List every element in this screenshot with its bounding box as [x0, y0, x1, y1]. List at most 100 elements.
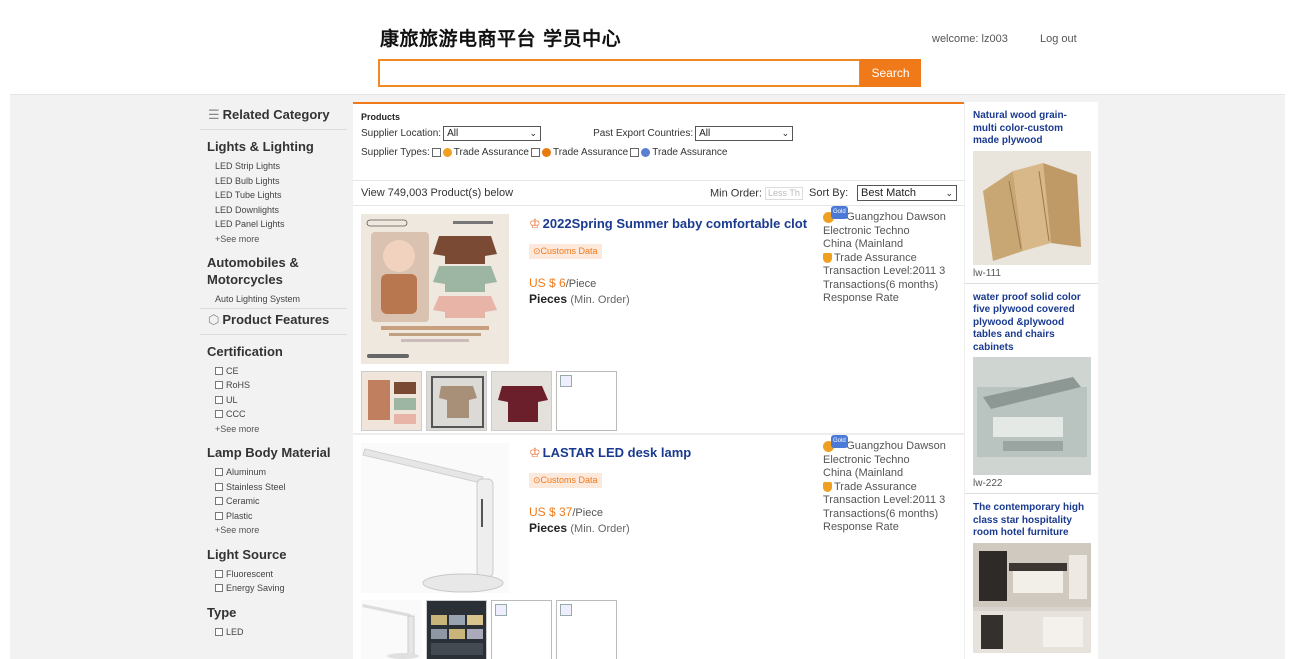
filter-panel: Products Supplier Location: All ⌄ Past Ex…: [353, 104, 964, 181]
filter-checkbox[interactable]: Stainless Steel: [200, 480, 347, 495]
featured-product-title[interactable]: Natural wood grain-multi color-custom ma…: [973, 110, 1090, 148]
product-price: US $ 37/Piece: [529, 505, 603, 519]
sidebar-group-title[interactable]: Lights & Lighting: [200, 130, 347, 159]
chevron-down-icon: ⌄: [529, 128, 538, 138]
sidebar-item-led-strip[interactable]: LED Strip Lights: [200, 159, 347, 174]
checkbox[interactable]: [215, 627, 223, 636]
checkbox[interactable]: [215, 410, 223, 419]
checkbox[interactable]: [630, 148, 640, 157]
supplier-location-select[interactable]: All ⌄: [443, 126, 542, 141]
featured-product-image[interactable]: [973, 542, 1091, 653]
plywood-image: [973, 150, 1091, 265]
featured-product-title[interactable]: The contemporary high class star hospita…: [973, 502, 1090, 540]
result-count: View 749,003 Product(s) below: [361, 187, 514, 199]
featured-product-code: lw-222: [973, 478, 1003, 489]
customs-data-badge[interactable]: ⊙Customs Data: [529, 473, 602, 488]
min-order-input[interactable]: Less Th: [765, 187, 804, 200]
filter-checkbox[interactable]: LED: [200, 625, 347, 640]
filter-checkbox[interactable]: Energy Saving: [200, 581, 347, 596]
filter-label: CE: [226, 365, 239, 376]
broken-image-thumbnail[interactable]: [556, 371, 617, 431]
filter-label: CCC: [226, 409, 246, 419]
product-image[interactable]: [361, 443, 509, 593]
feature-group-title: Certification: [207, 343, 283, 359]
product-card: ♔ LASTAR LED desk lamp ⊙Customs Data US $…: [353, 434, 964, 659]
search-input[interactable]: [378, 59, 861, 87]
price-unit: /Piece: [572, 507, 603, 519]
price-unit: /Piece: [565, 278, 597, 290]
thumbnail-strip: [361, 600, 617, 659]
thumbnail[interactable]: [361, 371, 422, 431]
moq-value: Pieces: [529, 521, 568, 535]
see-more-link[interactable]: +See more: [200, 232, 347, 247]
sidebar-item-auto-lighting[interactable]: Auto Lighting System: [200, 292, 347, 309]
featured-product-title[interactable]: water proof solid color five plywood cov…: [973, 292, 1090, 355]
checkbox[interactable]: [215, 482, 223, 491]
filter-checkbox[interactable]: Plastic: [200, 509, 347, 524]
see-more-link[interactable]: +See more: [200, 523, 347, 538]
thumbnail-image: [362, 372, 421, 430]
broken-image-thumbnail[interactable]: [491, 600, 552, 659]
cube-icon: ⬡: [208, 311, 220, 327]
sort-select[interactable]: Best Match ⌄: [857, 185, 957, 201]
thumbnail[interactable]: [426, 371, 487, 431]
customs-icon: ⊙: [533, 246, 541, 256]
logout-link[interactable]: Log out: [1040, 33, 1077, 45]
filter-checkbox[interactable]: Aluminum: [200, 465, 347, 480]
supplier-info: Gold Guangzhou Dawson Electronic Techno …: [823, 434, 961, 535]
see-more-link[interactable]: +See more: [200, 422, 347, 437]
customs-data-badge[interactable]: ⊙Customs Data: [529, 244, 602, 259]
filter-checkbox[interactable]: CCC: [200, 407, 347, 422]
product-title-link[interactable]: ♔ LASTAR LED desk lamp: [529, 445, 807, 461]
filter-checkbox[interactable]: CE: [200, 364, 347, 379]
broken-image-thumbnail[interactable]: [556, 600, 617, 659]
sidebar-item-led-bulb[interactable]: LED Bulb Lights: [200, 174, 347, 189]
onsite-check-icon: [641, 148, 651, 157]
supplier-type-label: Trade Assurance: [652, 147, 728, 158]
past-export-select[interactable]: All ⌄: [695, 126, 794, 141]
product-features-label: Product Features: [222, 311, 330, 327]
product-title-link[interactable]: ♔ 2022Spring Summer baby comfortable clot: [529, 216, 807, 232]
filter-label: Stainless Steel: [226, 481, 286, 492]
thumbnail[interactable]: [361, 600, 422, 659]
featured-product-code: lw-111: [973, 267, 1001, 279]
product-image[interactable]: [361, 214, 509, 364]
desk-lamp-image: [361, 443, 509, 593]
checkbox[interactable]: [215, 497, 223, 506]
checkbox[interactable]: [215, 381, 223, 390]
filter-checkbox[interactable]: RoHS: [200, 378, 347, 393]
search-button[interactable]: Search: [860, 59, 921, 87]
filter-checkbox[interactable]: Ceramic: [200, 494, 347, 509]
featured-product-image[interactable]: [973, 150, 1091, 265]
filter-label: LED: [226, 626, 244, 637]
sidebar-item-led-panel[interactable]: LED Panel Lights: [200, 217, 347, 232]
customs-label: Customs Data: [540, 246, 598, 256]
products-heading: Products: [361, 112, 401, 122]
trade-assurance-label: Trade Assurance: [834, 251, 917, 264]
thumbnail-image: [427, 601, 486, 659]
thumbnail[interactable]: [491, 371, 552, 431]
checkbox[interactable]: [215, 569, 223, 578]
feature-group-title: Type: [207, 604, 237, 620]
filter-checkbox[interactable]: Fluorescent: [200, 567, 347, 582]
filter-checkbox[interactable]: UL: [200, 393, 347, 408]
supplier-info: Gold Guangzhou Dawson Electronic Techno …: [823, 205, 961, 306]
transaction-level: Transaction Level:2011 3: [823, 494, 946, 506]
checkbox[interactable]: [215, 468, 223, 477]
checkbox[interactable]: [215, 584, 223, 593]
checkbox[interactable]: [530, 148, 540, 157]
checkbox[interactable]: [215, 366, 223, 375]
thumbnail[interactable]: [426, 600, 487, 659]
checkbox[interactable]: [431, 148, 441, 157]
supplier-country: China (Mainland: [823, 467, 904, 479]
sidebar-group-title[interactable]: Automobiles & Motorcycles: [200, 246, 347, 292]
checkbox[interactable]: [215, 511, 223, 520]
checkbox[interactable]: [215, 395, 223, 404]
product-price: US $ 6/Piece: [529, 276, 596, 290]
sidebar-item-led-downlights[interactable]: LED Downlights: [200, 203, 347, 218]
featured-product-image[interactable]: [973, 357, 1091, 475]
thumbnail-image: [492, 372, 551, 430]
gold-tag: Gold: [831, 434, 848, 449]
hotel-furniture-image: [973, 542, 1091, 653]
sidebar-item-led-tube[interactable]: LED Tube Lights: [200, 188, 347, 203]
